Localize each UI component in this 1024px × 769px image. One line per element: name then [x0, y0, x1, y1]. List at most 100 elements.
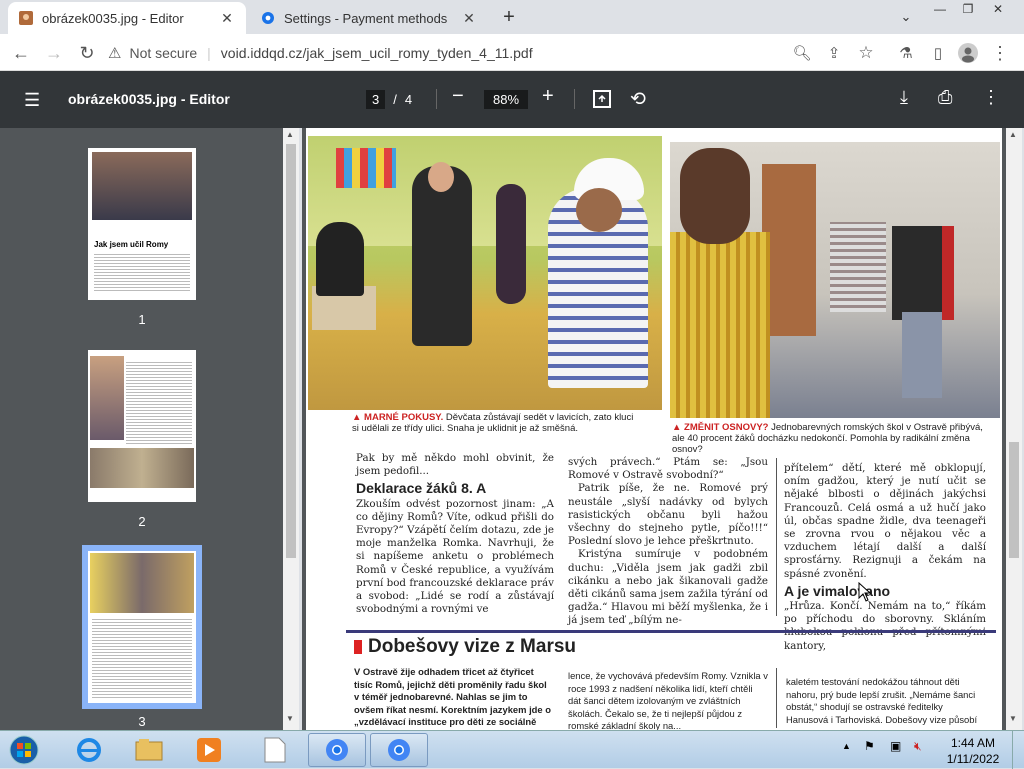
viewer-scrollbar[interactable]: ▲ ▼: [1006, 128, 1022, 730]
teacher: [412, 166, 472, 346]
scroll-up-icon[interactable]: ▲: [286, 130, 294, 139]
clock[interactable]: 1:44 AM 1/11/2022: [940, 735, 1006, 767]
tab-search-icon[interactable]: ⌄: [896, 8, 916, 26]
vize-column-3: kaletém testování nedokážou táhnout děti…: [786, 676, 978, 725]
browser-menu-icon[interactable]: ⋮: [988, 41, 1012, 65]
page-separator: /: [393, 91, 397, 107]
reload-icon[interactable]: ↻: [75, 41, 99, 65]
share-icon[interactable]: ⇪: [822, 41, 846, 65]
pdf-viewport[interactable]: ▲ MARNÉ POKUSY. Děvčata zůstávají sedět …: [302, 128, 1006, 730]
col3-text: přítelem“ dětí, které mě obklopují, oním…: [784, 462, 986, 580]
col1-text: Zkouším odvést pozornost jinam: „A co dě…: [356, 497, 554, 616]
tab-editor[interactable]: obrázek0035.jpg - Editor ✕: [8, 2, 246, 34]
network-icon[interactable]: ▣: [890, 739, 901, 753]
zoom-out-icon[interactable]: −: [452, 85, 464, 108]
sidebar-scrollbar[interactable]: ▲ ▼: [283, 128, 299, 730]
flag-icon[interactable]: ⚑: [864, 739, 875, 753]
download-icon[interactable]: ⤓: [900, 87, 908, 108]
rotate-icon[interactable]: ⟲: [630, 88, 646, 111]
scroll-up-icon[interactable]: ▲: [1009, 130, 1017, 139]
pdf-page: ▲ MARNÉ POKUSY. Děvčata zůstávají sedět …: [306, 128, 1002, 730]
student-standing: [496, 184, 526, 304]
file-explorer-icon[interactable]: [120, 733, 178, 767]
url-text[interactable]: void.iddqd.cz/jak_jsem_ucil_romy_tyden_4…: [221, 45, 533, 61]
caption-right-head: ▲ ZMĚNIT OSNOVY?: [672, 422, 769, 433]
restore-button[interactable]: ❐: [956, 0, 980, 18]
girl-sitting: [316, 222, 364, 296]
hamburger-menu-icon[interactable]: ☰: [24, 90, 40, 111]
article-column-1: Pak by mě někdo mohl obvinit, že jsem pe…: [356, 452, 554, 616]
thumbnail-text: [94, 252, 190, 292]
thumbnail-sidebar: Jak jsem učil Romy 1 2 3 ▲ ▼: [0, 128, 299, 730]
side-panel-icon[interactable]: ▯: [926, 41, 950, 65]
wall-pictures: [336, 148, 396, 188]
profile-avatar-icon[interactable]: [956, 41, 980, 65]
forward-icon[interactable]: →: [42, 41, 66, 65]
show-hidden-icons-icon[interactable]: ▲: [842, 741, 851, 751]
internet-explorer-icon[interactable]: [60, 733, 118, 767]
media-player-icon[interactable]: [180, 733, 238, 767]
clock-time: 1:44 AM: [950, 736, 996, 750]
browser-toolbar: ← → ↻ ⚠ Not secure | void.iddqd.cz/jak_j…: [0, 34, 1024, 71]
girl-yellow-jacket: [670, 232, 770, 418]
viewer-scroll-thumb[interactable]: [1009, 442, 1019, 558]
column-rule: [776, 668, 777, 728]
page-thumbnail-1[interactable]: Jak jsem učil Romy: [88, 148, 196, 300]
scroll-down-icon[interactable]: ▼: [286, 714, 294, 723]
close-window-button[interactable]: ✕: [984, 0, 1012, 18]
blank-document-icon[interactable]: [246, 733, 304, 767]
girl-hair: [680, 148, 750, 244]
classroom-photo-left: [308, 136, 662, 410]
col2-text-2: Patrik píše, že ne. Romové prý neustále …: [568, 482, 768, 548]
zoom-in-icon[interactable]: +: [542, 85, 554, 108]
address-bar[interactable]: ⚠ Not secure | void.iddqd.cz/jak_jsem_uc…: [108, 38, 888, 67]
article-column-3: přítelem“ dětí, které mě obklopují, oním…: [784, 462, 986, 653]
close-tab-icon[interactable]: ✕: [460, 9, 478, 27]
pdf-more-options-icon[interactable]: ⋮: [982, 87, 1000, 108]
print-icon[interactable]: ⎙: [938, 87, 952, 108]
caption-left-head: ▲ MARNÉ POKUSY.: [352, 412, 444, 423]
back-icon[interactable]: ←: [9, 41, 33, 65]
clock-date: 1/11/2022: [946, 752, 1000, 766]
chrome-taskbar-button-1[interactable]: [308, 733, 366, 767]
extension-icon[interactable]: ⚗: [894, 41, 918, 65]
col1-intro: Pak by mě někdo mohl obvinit, že jsem pe…: [356, 452, 554, 478]
vize-column-1: V Ostravě žije odhadem třicet až čtyřice…: [354, 666, 551, 730]
tab-title: Settings - Payment methods: [284, 10, 448, 26]
page-total: 4: [404, 91, 413, 107]
bookmark-star-icon[interactable]: ☆: [854, 41, 878, 65]
page-thumbnail-2[interactable]: [88, 350, 196, 502]
volume-muted-icon[interactable]: 🔇︎: [914, 739, 922, 754]
boy-dark-vest: [892, 226, 954, 320]
boy-jeans: [902, 312, 942, 398]
chrome-taskbar-button-2[interactable]: [370, 733, 428, 767]
sidebar-scroll-thumb[interactable]: [286, 144, 296, 558]
boy-plaid-shirt: [830, 222, 886, 312]
show-desktop-button[interactable]: [1012, 731, 1024, 769]
zoom-input[interactable]: 88%: [484, 89, 529, 109]
col1-heading: Deklarace žáků 8. A: [356, 480, 487, 497]
tab-settings[interactable]: Settings - Payment methods ✕: [250, 2, 488, 34]
security-label[interactable]: Not secure: [129, 45, 197, 61]
zoom-icon[interactable]: 🔍︎: [790, 41, 814, 65]
close-tab-icon[interactable]: ✕: [218, 9, 236, 27]
warning-icon: ⚠: [108, 44, 122, 62]
page-number-input[interactable]: 3: [366, 89, 386, 109]
scroll-down-icon[interactable]: ▼: [1009, 714, 1017, 723]
mouse-cursor-icon: [858, 581, 872, 607]
image-favicon-icon: [18, 10, 34, 26]
photo-caption-right: ▲ ZMĚNIT OSNOVY? Jednobarevných romských…: [672, 422, 998, 455]
thumbnail-photo: [92, 152, 192, 220]
page-thumbnail-3[interactable]: [88, 551, 196, 703]
tab-strip: obrázek0035.jpg - Editor ✕ Settings - Pa…: [0, 0, 1024, 34]
col2-text-3: Kristýna sumíruje v podobném duchu: „Vid…: [568, 548, 768, 627]
vize-column-2: lence, že vychovává především Romy. Vzni…: [568, 670, 768, 730]
minimize-button[interactable]: —: [928, 0, 952, 18]
vize-title: Dobešovy vize z Marsu: [368, 636, 577, 657]
corridor-photo-right: [670, 142, 1000, 418]
fit-to-page-icon[interactable]: [592, 89, 612, 114]
document-title: obrázek0035.jpg - Editor: [68, 91, 230, 107]
new-tab-button[interactable]: +: [498, 6, 520, 28]
thumbnail-label: 3: [138, 714, 146, 729]
start-button[interactable]: [0, 733, 48, 767]
